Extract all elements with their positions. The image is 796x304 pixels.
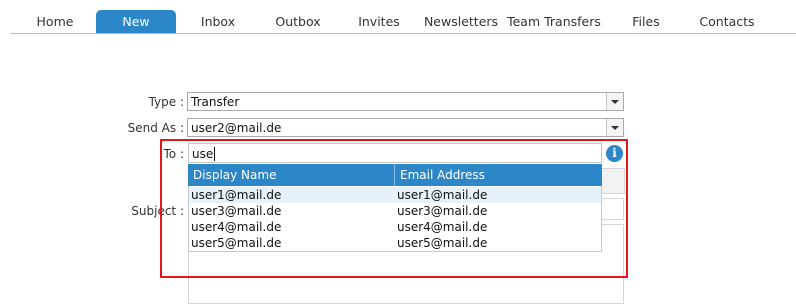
tab-inbox[interactable]: Inbox (190, 10, 246, 34)
tab-new[interactable]: New (96, 10, 176, 34)
top-navigation: Home New Inbox Outbox Invites Newsletter… (0, 0, 796, 34)
tab-home[interactable]: Home (28, 10, 82, 34)
chevron-down-icon[interactable] (606, 93, 623, 110)
tab-outbox[interactable]: Outbox (266, 10, 330, 34)
tab-files[interactable]: Files (624, 10, 668, 34)
tab-invites[interactable]: Invites (350, 10, 408, 34)
chevron-down-icon[interactable] (606, 119, 623, 136)
tab-team-transfers[interactable]: Team Transfers (506, 10, 602, 34)
nav-divider (10, 33, 796, 34)
highlight-box (160, 139, 628, 278)
send-as-select[interactable]: user2@mail.de (187, 118, 624, 137)
send-as-value: user2@mail.de (191, 121, 282, 135)
type-value: Transfer (191, 95, 240, 109)
send-as-label: Send As : (127, 121, 184, 135)
tab-contacts[interactable]: Contacts (694, 10, 760, 34)
type-select[interactable]: Transfer (187, 92, 624, 111)
tab-newsletters[interactable]: Newsletters (422, 10, 500, 34)
type-label: Type : (148, 95, 184, 109)
